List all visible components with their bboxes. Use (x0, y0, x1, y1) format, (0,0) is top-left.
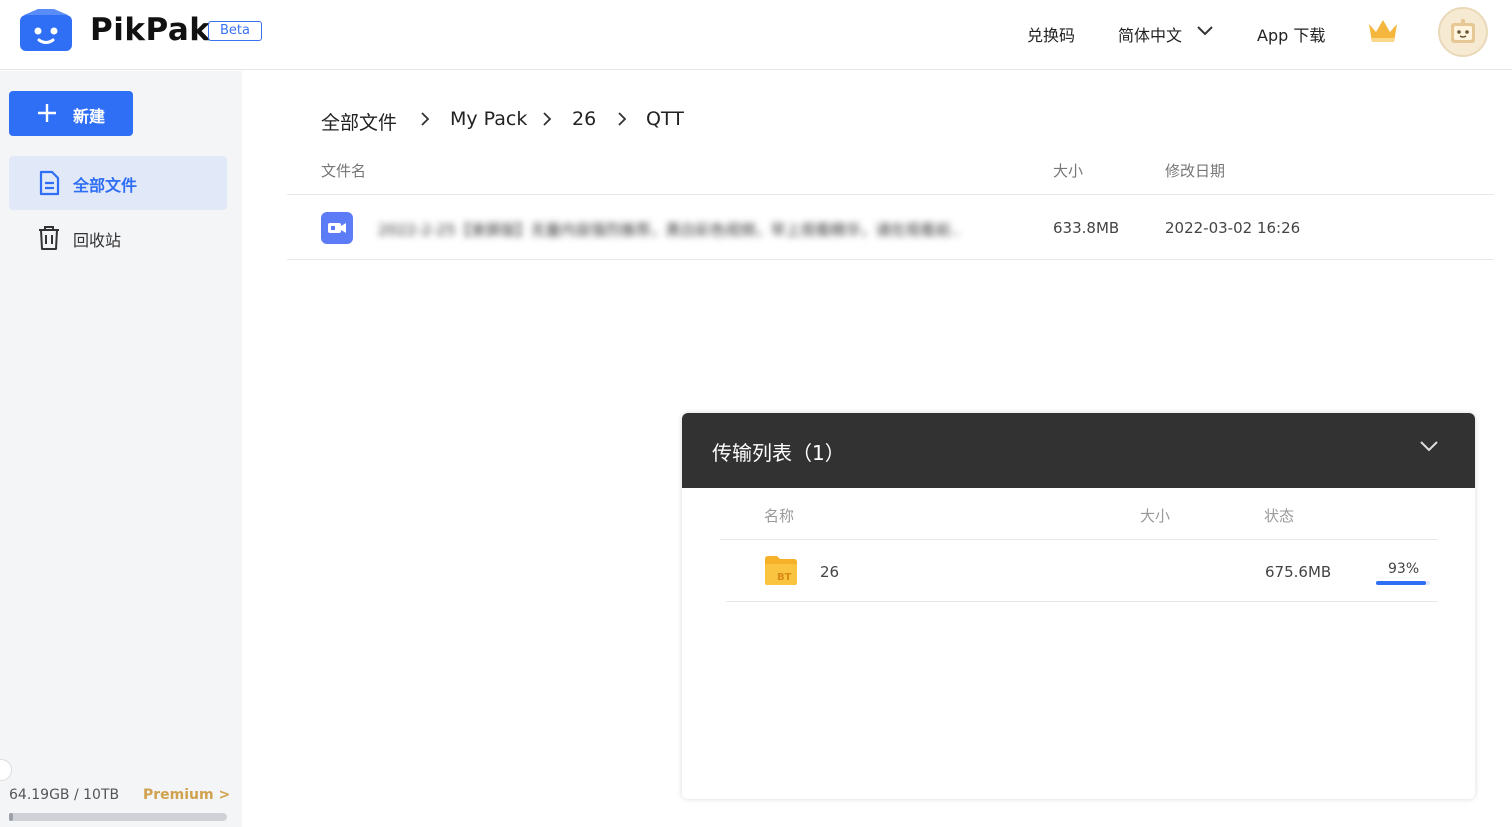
language-selector[interactable]: 简体中文 (1118, 22, 1182, 46)
avatar-icon (1451, 19, 1475, 43)
chevron-down-icon[interactable] (1196, 24, 1214, 38)
new-button-label: 新建 (73, 107, 106, 126)
svg-text:BT: BT (777, 572, 792, 583)
file-modified: 2022-03-02 16:26 (1165, 219, 1301, 237)
storage-bar (9, 813, 227, 821)
column-header-size[interactable]: 大小 (1053, 160, 1083, 181)
transfer-panel-header[interactable]: 传输列表（1） (682, 413, 1475, 488)
breadcrumb-item[interactable]: QTT (646, 108, 684, 130)
chevron-right-icon (421, 112, 430, 126)
chevron-right-icon (618, 112, 627, 126)
file-size: 633.8MB (1053, 219, 1120, 237)
divider (287, 194, 1494, 195)
transfer-name: 26 (820, 563, 840, 581)
top-header: PikPak Beta 兑换码 简体中文 App 下载 (0, 0, 1512, 70)
transfer-progress-fill (1376, 581, 1427, 585)
new-button[interactable]: 新建 (9, 91, 133, 136)
transfer-progress-label: 93% (1388, 561, 1420, 577)
beta-badge: Beta (208, 21, 262, 41)
transfer-size: 675.6MB (1265, 563, 1332, 581)
redeem-code-link[interactable]: 兑换码 (1027, 22, 1075, 46)
column-header-name[interactable]: 文件名 (321, 160, 366, 181)
transfer-column-name: 名称 (764, 507, 795, 525)
app-download-link[interactable]: App 下载 (1257, 22, 1325, 46)
file-name[interactable]: 2022-2-25【录屏版】无量内容强烈推荐，黑白彩色视频，早上观看精华，请在观… (378, 219, 1026, 240)
transfer-panel: 传输列表（1） 名称 大小 状态 BT 26 675.6MB 93% (682, 413, 1475, 799)
transfer-column-size: 大小 (1140, 507, 1171, 525)
premium-link[interactable]: Premium > (143, 787, 230, 803)
avatar[interactable] (1438, 7, 1488, 57)
collapse-handle[interactable] (0, 759, 12, 781)
document-icon (39, 170, 60, 196)
divider (287, 259, 1494, 260)
sidebar-item-label: 全部文件 (73, 176, 138, 195)
chevron-down-icon[interactable] (1419, 439, 1439, 453)
sidebar: 新建 全部文件 回收站 64.19GB / 10TB Premium > (0, 71, 242, 827)
storage-usage: 64.19GB / 10TB (9, 787, 120, 803)
transfer-progress-bar (1376, 581, 1430, 585)
video-icon (321, 212, 353, 244)
sidebar-item-label: 回收站 (73, 231, 122, 250)
breadcrumb-item[interactable]: My Pack (450, 108, 527, 130)
storage-bar-fill (9, 813, 14, 821)
transfer-panel-title: 传输列表（1） (712, 441, 845, 465)
breadcrumb-item[interactable]: 全部文件 (321, 108, 397, 135)
breadcrumb-item[interactable]: 26 (572, 108, 596, 130)
sidebar-item-all-files[interactable]: 全部文件 (9, 156, 227, 210)
brand-name[interactable]: PikPak (90, 12, 210, 48)
pikpak-logo-icon[interactable] (20, 9, 72, 51)
divider (720, 539, 1438, 540)
bt-folder-icon: BT (765, 556, 797, 585)
trash-icon (39, 226, 59, 250)
transfer-column-status: 状态 (1264, 507, 1295, 525)
plus-icon (38, 104, 56, 122)
divider (726, 601, 1438, 602)
chevron-right-icon (543, 112, 552, 126)
sidebar-item-trash[interactable]: 回收站 (9, 211, 227, 265)
column-header-modified[interactable]: 修改日期 (1165, 160, 1225, 181)
crown-icon[interactable] (1366, 16, 1400, 46)
